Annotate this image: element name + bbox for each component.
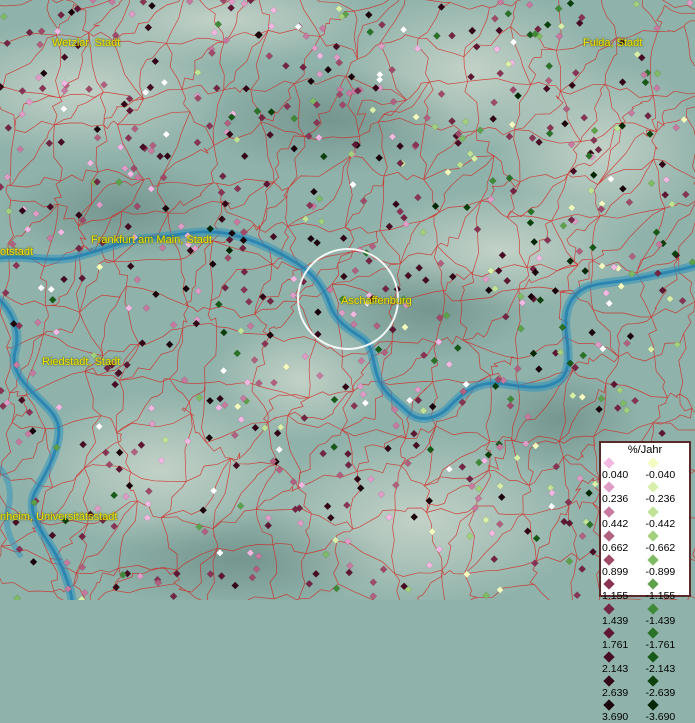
legend-cell-neg: -1.439 [645,602,690,627]
city-label-riedstadt: Riedstadt, Stadt [42,356,121,368]
city-label-offenbach: otstadt [0,246,34,258]
legend-swatch-neg [646,699,659,712]
legend-label-neg: -1.155 [645,590,676,603]
legend-row: 3.690 -3.690 [602,699,689,723]
legend-label-pos: 1.439 [602,614,629,627]
legend-row: 1.761 -1.761 [602,627,689,651]
legend-label-neg: -3.690 [645,711,676,723]
legend-label-neg: -1.761 [645,638,676,651]
legend-cell-pos: 0.662 [602,530,646,554]
legend-label-neg: -1.439 [645,614,676,627]
legend-label-pos: 0.236 [602,493,629,506]
legend-label-neg: -0.899 [645,566,676,579]
legend-cell-neg: -2.639 [646,675,690,699]
legend-cell-neg: -3.690 [646,699,690,723]
legend-cell-neg: -0.662 [646,530,690,554]
legend-row: 0.442 -0.442 [602,505,690,530]
legend-cell-neg: -1.761 [646,627,690,651]
legend-label-pos: 3.690 [602,711,629,723]
legend-title: %/Jahr [627,444,663,456]
legend-label-neg: -0.442 [645,517,676,530]
legend-cell-pos: 2.639 [602,675,646,699]
legend-cell-pos: 0.442 [602,505,646,530]
legend-swatch-neg [646,627,659,639]
legend-row: 0.662 -0.662 [602,530,689,554]
legend-swatch-neg [646,530,659,542]
legend-cell-neg: -0.442 [645,505,690,530]
legend-swatch-pos [603,505,615,518]
legend-swatch-neg [646,505,659,518]
legend-label-pos: 0.899 [602,566,629,579]
legend-swatch-pos [603,554,615,566]
city-label-mannheim: nheim, Universitätsstadt [0,511,118,523]
legend-label-neg: -2.639 [645,687,676,700]
legend-cell-pos: 0.040 [602,457,646,481]
legend-cell-pos: 0.899 [602,554,646,578]
map-view[interactable]: Wetzlar, Stadt Fulda, Stadt Frankfurt am… [0,0,695,618]
legend-cell-pos: 3.690 [602,699,646,723]
legend-cell-pos: 2.143 [602,651,646,675]
legend-row: 0.040 -0.040 [602,457,689,481]
legend-label-neg: -0.236 [645,493,676,506]
legend-table: 0.040 -0.040 0.236 -0.236 0.442 -0.442 0.662 -0… [602,457,689,723]
legend-cell-neg: -1.155 [646,578,690,602]
legend-swatch-neg [646,554,659,566]
legend-swatch-pos [603,651,615,663]
legend-label-pos: 1.155 [602,590,629,603]
legend-swatch-pos [603,602,615,615]
legend-label-neg: -0.040 [645,469,676,482]
legend-cell-pos: 0.236 [602,481,646,505]
legend-swatch-pos [603,481,615,494]
legend-label-pos: 0.662 [602,541,629,554]
legend-swatch-neg [646,675,659,687]
legend-swatch-neg [646,578,659,590]
legend-swatch-neg [646,481,659,494]
legend-label-pos: 2.143 [602,662,629,675]
legend-cell-neg: -2.143 [646,651,690,675]
legend-cell-pos: 1.761 [602,627,646,651]
legend-swatch-pos [603,457,615,469]
legend-cell-neg: -0.899 [646,554,690,578]
legend-row: 0.899 -0.899 [602,554,689,578]
legend-label-pos: 0.040 [602,469,629,482]
legend: %/Jahr 0.040 -0.040 0.236 -0.236 0.442 -0.442… [599,441,691,723]
legend-cell-neg: -0.040 [646,457,690,481]
legend-label-pos: 0.442 [602,517,629,530]
legend-row: 1.439 -1.439 [602,602,690,627]
legend-cell-pos: 1.155 [602,578,646,602]
legend-label-neg: -2.143 [645,662,676,675]
legend-label-neg: -0.662 [645,541,676,554]
legend-swatch-pos [603,627,615,639]
legend-cell-neg: -0.236 [646,481,690,505]
city-label-wetzlar: Wetzlar, Stadt [52,37,121,49]
legend-swatch-neg [646,651,659,663]
city-label-fulda: Fulda, Stadt [583,37,643,49]
legend-row: 1.155 -1.155 [602,578,689,602]
legend-swatch-pos [603,578,615,590]
legend-label-pos: 2.639 [602,687,629,700]
legend-row: 0.236 -0.236 [602,481,689,505]
city-label-frankfurt: Frankfurt am Main, Stadt [91,234,213,246]
legend-swatch-pos [603,675,615,687]
legend-swatch-neg [646,457,659,469]
legend-row: 2.143 -2.143 [602,651,689,675]
legend-swatch-neg [646,602,659,615]
legend-swatch-pos [603,530,615,542]
legend-label-pos: 1.761 [602,638,629,651]
city-label-aschaffenburg: Aschaffenburg [341,295,412,307]
legend-cell-pos: 1.439 [602,602,646,627]
legend-row: 2.639 -2.639 [602,675,689,699]
legend-swatch-pos [603,699,615,712]
